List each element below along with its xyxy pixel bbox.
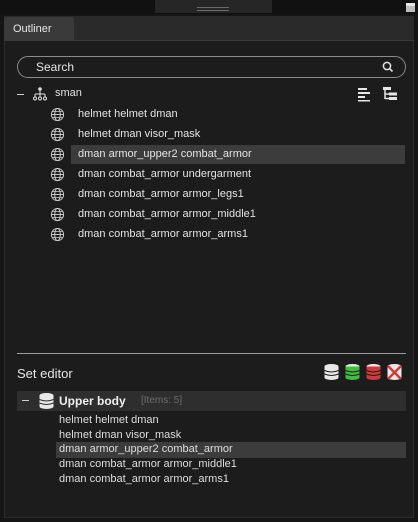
set-item[interactable]: dman combat_armor armor_middle1	[5, 457, 415, 473]
tree-node-label: dman combat_armor armor_arms1	[78, 228, 248, 240]
tree-node[interactable]: dman combat_armor armor_arms1	[5, 225, 415, 245]
mesh-globe-icon	[50, 107, 65, 122]
tree-node-label: helmet dman visor_mask	[78, 128, 201, 140]
tree-node-selected[interactable]: dman armor_upper2 combat_armor	[5, 145, 415, 165]
panel-splitter[interactable]	[17, 353, 406, 354]
dock-drag-handle[interactable]	[155, 0, 272, 13]
add-to-set-icon[interactable]	[344, 363, 361, 381]
hierarchy-icon	[33, 87, 47, 101]
tab-outliner[interactable]: Outliner	[4, 17, 74, 41]
mesh-globe-icon	[50, 147, 65, 162]
title-bar	[0, 0, 418, 14]
mesh-globe-icon	[50, 207, 65, 222]
grip-icon	[197, 7, 229, 11]
tree-root-label: sman	[55, 87, 82, 99]
tree-node[interactable]: dman combat_armor armor_middle1	[5, 205, 415, 225]
collapse-icon[interactable]	[17, 94, 24, 95]
mesh-globe-icon	[50, 187, 65, 202]
mesh-globe-icon	[50, 167, 65, 182]
set-name: Upper body	[59, 394, 126, 408]
set-item[interactable]: helmet helmet dman	[5, 413, 415, 429]
set-item-label: dman armor_upper2 combat_armor	[59, 443, 233, 455]
set-item-label: helmet dman visor_mask	[59, 429, 182, 441]
set-item-label: dman combat_armor armor_arms1	[59, 473, 229, 485]
search-box[interactable]	[17, 56, 406, 78]
remove-from-set-icon[interactable]	[365, 363, 382, 381]
tab-strip: Outliner	[4, 16, 414, 41]
tree-node[interactable]: dman combat_armor undergarment	[5, 165, 415, 185]
set-item-label: helmet helmet dman	[59, 414, 159, 426]
mesh-globe-icon	[50, 227, 65, 242]
outliner-panel: sman helmet helmet dman helmet dman	[4, 41, 414, 518]
set-editor-toolbar	[323, 363, 407, 381]
tree-node-label: dman combat_armor armor_legs1	[78, 188, 244, 200]
tree-node[interactable]: dman combat_armor armor_legs1	[5, 185, 415, 205]
tree-view-icon[interactable]	[382, 86, 398, 102]
tree-node[interactable]: helmet dman visor_mask	[5, 125, 415, 145]
set-item-label: dman combat_armor armor_middle1	[59, 458, 237, 470]
maximize-button[interactable]	[406, 3, 415, 12]
tree-root-row[interactable]: sman	[5, 85, 405, 105]
set-item[interactable]: dman combat_armor armor_arms1	[5, 472, 415, 488]
search-input[interactable]	[36, 59, 366, 75]
set-item-count: [Items: 5]	[141, 395, 183, 406]
mesh-globe-icon	[50, 127, 65, 142]
set-row-upper-body[interactable]: Upper body [Items: 5]	[17, 391, 406, 411]
set-item-selected[interactable]: dman armor_upper2 combat_armor	[5, 442, 415, 458]
align-left-icon[interactable]	[356, 86, 372, 102]
database-icon	[39, 393, 54, 409]
tree-node[interactable]: helmet helmet dman	[5, 105, 415, 125]
tree-node-label: helmet helmet dman	[78, 108, 178, 120]
set-editor-title: Set editor	[17, 366, 73, 381]
delete-set-icon[interactable]	[386, 363, 403, 381]
new-set-icon[interactable]	[323, 363, 340, 381]
tree-node-label: dman combat_armor armor_middle1	[78, 208, 256, 220]
collapse-icon[interactable]	[22, 400, 29, 401]
tree-node-label: dman armor_upper2 combat_armor	[78, 148, 252, 160]
tree-node-label: dman combat_armor undergarment	[78, 168, 252, 180]
search-icon[interactable]	[381, 60, 395, 74]
